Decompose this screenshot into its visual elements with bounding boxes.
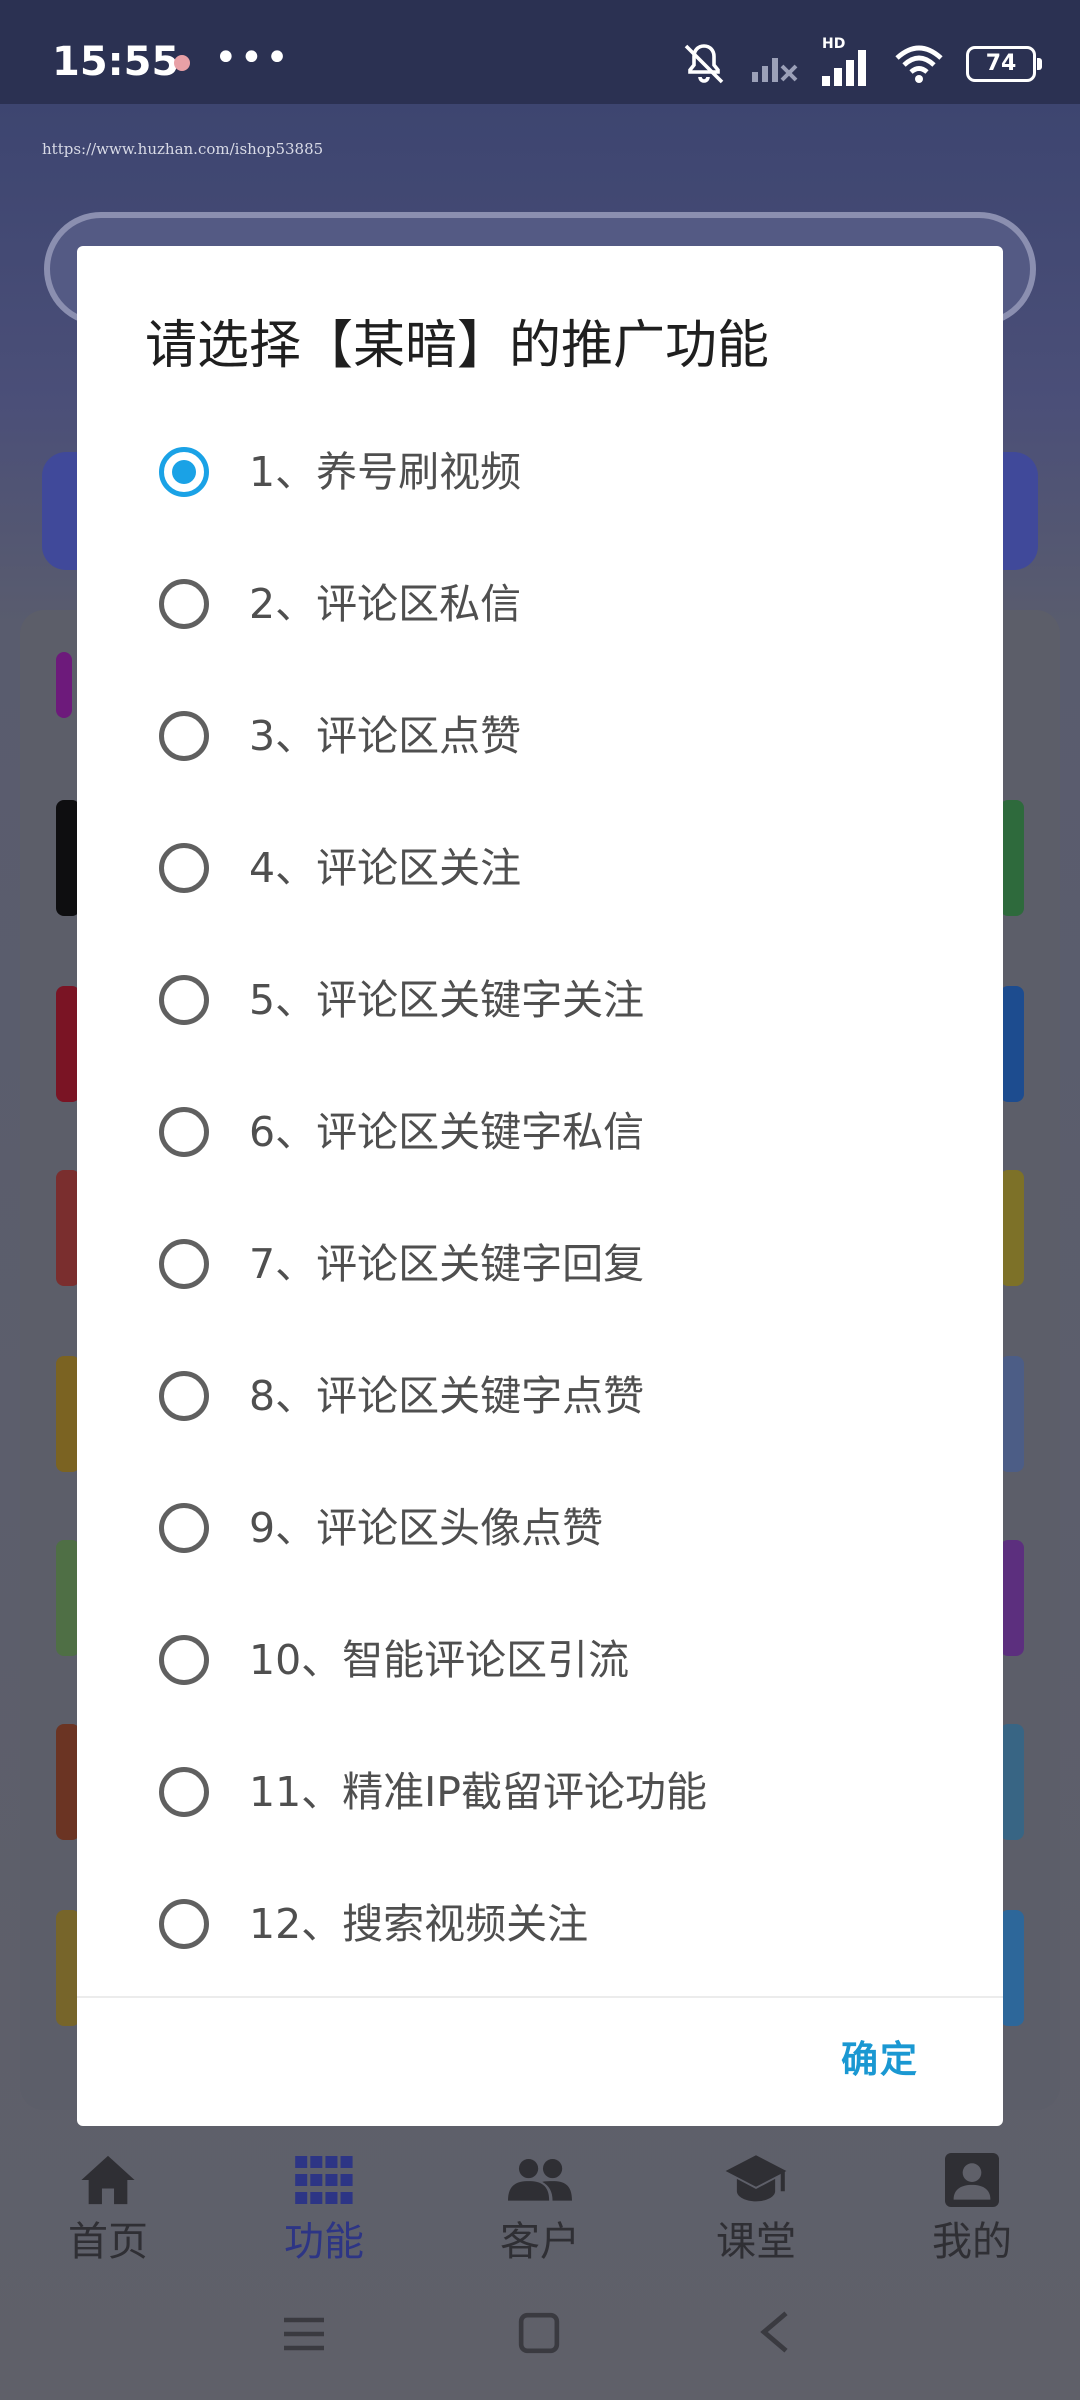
- radio-button-icon[interactable]: [159, 975, 209, 1025]
- more-notifications-icon: •••: [214, 35, 291, 81]
- nav-label-home: 首页: [68, 2219, 148, 2265]
- radio-button-icon[interactable]: [159, 1239, 209, 1289]
- promotion-feature-dialog: 请选择【某暗】的推广功能 1、养号刷视频 2、评论区私信 3、评论区点赞 4、评…: [77, 246, 1003, 2126]
- radio-button-icon[interactable]: [159, 1503, 209, 1553]
- option-item-4[interactable]: 4、评论区关注: [77, 802, 1003, 934]
- option-item-1[interactable]: 1、养号刷视频: [77, 406, 1003, 538]
- nav-item-customers[interactable]: 客户: [432, 2120, 648, 2280]
- option-label: 5、评论区关键字关注: [249, 976, 645, 1024]
- option-label: 9、评论区头像点赞: [249, 1504, 604, 1552]
- option-item-2[interactable]: 2、评论区私信: [77, 538, 1003, 670]
- option-item-7[interactable]: 7、评论区关键字回复: [77, 1198, 1003, 1330]
- home-square-icon[interactable]: [518, 2312, 560, 2354]
- radio-button-icon[interactable]: [159, 711, 209, 761]
- grid-icon: [295, 2156, 353, 2204]
- status-time: 15:55: [52, 39, 180, 85]
- background-tile: [1000, 1170, 1024, 1286]
- battery-icon: 74: [966, 46, 1042, 82]
- signal-empty-icon: [752, 58, 798, 82]
- dialog-divider: [77, 1996, 1003, 1998]
- account-box-icon: [945, 2153, 999, 2207]
- background-tile: [1000, 1724, 1024, 1840]
- radio-button-icon[interactable]: [159, 1767, 209, 1817]
- back-icon[interactable]: [758, 2310, 792, 2354]
- option-item-3[interactable]: 3、评论区点赞: [77, 670, 1003, 802]
- option-label: 1、养号刷视频: [249, 448, 522, 496]
- nav-item-classroom[interactable]: 课堂: [648, 2120, 864, 2280]
- radio-button-icon[interactable]: [159, 447, 209, 497]
- radio-button-icon[interactable]: [159, 843, 209, 893]
- option-item-6[interactable]: 6、评论区关键字私信: [77, 1066, 1003, 1198]
- option-label: 4、评论区关注: [249, 844, 522, 892]
- system-nav-bar: [0, 2290, 1080, 2380]
- people-icon: [508, 2158, 572, 2201]
- option-label: 11、精准IP截留评论功能: [249, 1768, 707, 1816]
- option-label: 6、评论区关键字私信: [249, 1108, 645, 1156]
- option-item-8[interactable]: 8、评论区关键字点赞: [77, 1330, 1003, 1462]
- option-label: 3、评论区点赞: [249, 712, 522, 760]
- bottom-nav: 首页 功能 客户 课堂 我的: [0, 2120, 1080, 2280]
- nav-item-home[interactable]: 首页: [0, 2120, 216, 2280]
- background-tile: [1000, 986, 1024, 1102]
- nav-label-features: 功能: [284, 2219, 364, 2265]
- option-label: 8、评论区关键字点赞: [249, 1372, 645, 1420]
- option-label: 7、评论区关键字回复: [249, 1240, 645, 1288]
- radio-button-icon[interactable]: [159, 1899, 209, 1949]
- radio-button-icon[interactable]: [159, 1635, 209, 1685]
- watermark-url: https://www.huzhan.com/ishop53885: [42, 140, 324, 158]
- option-item-10[interactable]: 10、智能评论区引流: [77, 1594, 1003, 1726]
- option-item-5[interactable]: 5、评论区关键字关注: [77, 934, 1003, 1066]
- background-tile: [1000, 1540, 1024, 1656]
- background-tile: [1000, 1910, 1024, 2026]
- option-label: 10、智能评论区引流: [249, 1636, 630, 1684]
- graduation-cap-icon: [725, 2155, 787, 2202]
- nav-item-features[interactable]: 功能: [216, 2120, 432, 2280]
- wifi-icon: [895, 45, 943, 83]
- background-tile: [56, 652, 72, 718]
- radio-button-icon[interactable]: [159, 1107, 209, 1157]
- nav-label-classroom: 课堂: [716, 2219, 796, 2265]
- confirm-button[interactable]: 确定: [841, 2036, 919, 2084]
- bell-off-icon: [684, 44, 724, 84]
- background-tile: [1000, 800, 1024, 916]
- option-item-9[interactable]: 9、评论区头像点赞: [77, 1462, 1003, 1594]
- menu-icon[interactable]: [282, 2314, 326, 2354]
- option-item-11[interactable]: 11、精准IP截留评论功能: [77, 1726, 1003, 1858]
- option-label: 12、搜索视频关注: [249, 1900, 589, 1948]
- radio-button-icon[interactable]: [159, 1371, 209, 1421]
- background-tile: [1000, 1356, 1024, 1472]
- dialog-title: 请选择【某暗】的推广功能: [145, 316, 770, 376]
- nav-label-customers: 客户: [500, 2219, 580, 2265]
- radio-button-icon[interactable]: [159, 579, 209, 629]
- home-icon: [81, 2155, 135, 2205]
- status-icons: HD 74: [680, 36, 1042, 90]
- option-item-12[interactable]: 12、搜索视频关注: [77, 1858, 1003, 1990]
- option-label: 2、评论区私信: [249, 580, 522, 628]
- notification-app-icon: [174, 55, 190, 71]
- nav-item-mine[interactable]: 我的: [864, 2120, 1080, 2280]
- nav-label-mine: 我的: [932, 2219, 1012, 2265]
- status-bar: 15:55 ••• HD 74: [0, 0, 1080, 104]
- signal-hd-icon: HD: [820, 36, 872, 88]
- battery-level: 74: [985, 51, 1017, 76]
